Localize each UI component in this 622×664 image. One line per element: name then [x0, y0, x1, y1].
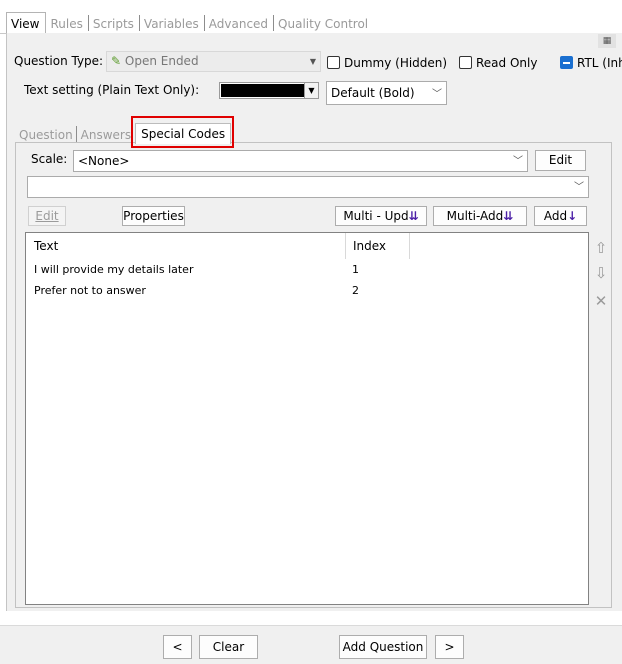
tab-rules-label: Rules — [50, 17, 83, 31]
table-row[interactable]: I will provide my details later 1 — [26, 261, 586, 281]
read-only-checkbox[interactable]: Read Only — [459, 55, 537, 71]
down-arrow-icon: ↓ — [567, 209, 578, 223]
properties-button[interactable]: Properties — [122, 206, 185, 226]
read-only-checkbox-label: Read Only — [476, 56, 538, 70]
previous-button[interactable]: < — [163, 635, 192, 659]
row-text: I will provide my details later — [34, 263, 194, 276]
column-divider — [345, 233, 346, 259]
dummy-hidden-checkbox[interactable]: Dummy (Hidden) — [327, 55, 447, 71]
rtl-checkbox-label: RTL (Inh — [577, 56, 622, 70]
add-question-button[interactable]: Add Question — [339, 635, 427, 659]
tab-advanced[interactable]: Advanced — [205, 15, 275, 34]
text-color-picker[interactable]: ▼ — [219, 82, 319, 99]
chevron-down-icon: ﹀ — [432, 89, 442, 100]
next-button[interactable]: > — [435, 635, 464, 659]
properties-button-label: Properties — [123, 209, 184, 223]
row-index: 1 — [352, 263, 359, 276]
secondary-select[interactable]: ﹀ — [27, 176, 589, 198]
multi-add-label: Multi-Add — [446, 209, 504, 223]
tab-variables[interactable]: Variables — [140, 15, 205, 34]
column-header-text[interactable]: Text — [34, 239, 58, 253]
tab-scripts-label: Scripts — [92, 17, 134, 31]
add-button[interactable]: Add↓ — [534, 206, 587, 226]
scale-label: Scale: — [31, 152, 68, 166]
delete-icon[interactable]: ✕ — [592, 292, 610, 310]
scale-select[interactable]: <None> ﹀ — [73, 150, 528, 172]
tab-answers-label: Answers — [80, 128, 132, 142]
row-index: 2 — [352, 284, 359, 297]
rtl-checkbox-box[interactable] — [560, 56, 573, 69]
font-style-select[interactable]: Default (Bold) ﹀ — [326, 81, 447, 105]
multi-down-arrow-icon: ⇊ — [503, 209, 514, 223]
bottom-bar — [0, 625, 622, 664]
dummy-checkbox-box[interactable] — [327, 56, 340, 69]
special-codes-highlight — [131, 116, 234, 148]
tab-question[interactable]: Question — [15, 126, 77, 144]
multi-update-button[interactable]: Multi - Upd⇊ — [335, 206, 427, 226]
color-dropdown-arrow-icon[interactable]: ▼ — [304, 83, 318, 98]
chevron-down-icon: ﹀ — [574, 182, 584, 193]
add-button-label: Add — [543, 209, 568, 223]
tab-view-label: View — [11, 17, 40, 31]
move-down-icon[interactable]: ⇩ — [592, 264, 610, 282]
column-header-index[interactable]: Index — [353, 239, 386, 253]
tab-variables-label: Variables — [143, 17, 199, 31]
clear-button[interactable]: Clear — [199, 635, 258, 659]
tab-view[interactable]: View — [6, 12, 47, 34]
scale-edit-button[interactable]: Edit — [535, 150, 586, 171]
multi-update-label: Multi - Upd — [343, 209, 409, 223]
question-type-value: Open Ended — [124, 54, 199, 68]
rtl-checkbox[interactable]: RTL (Inh — [560, 55, 622, 71]
tab-quality-control-label: Quality Control — [278, 17, 369, 31]
pencil-icon: ✎ — [111, 54, 122, 68]
panel-toggle-icon[interactable]: ▦ — [598, 34, 616, 48]
multi-add-button[interactable]: Multi-Add⇊ — [433, 206, 527, 226]
question-type-label: Question Type: — [14, 54, 104, 68]
text-color-swatch — [221, 84, 304, 97]
chevron-down-icon: ﹀ — [513, 156, 523, 167]
edit-button-label: Edit — [35, 209, 59, 223]
dummy-checkbox-label: Dummy (Hidden) — [344, 56, 448, 70]
font-style-value: Default (Bold) — [331, 86, 415, 100]
text-setting-label: Text setting (Plain Text Only): — [24, 83, 200, 97]
tab-question-label: Question — [19, 128, 73, 142]
tab-quality-control[interactable]: Quality Control — [274, 17, 374, 34]
multi-down-arrow-icon: ⇊ — [408, 209, 419, 223]
scale-value: <None> — [78, 154, 130, 168]
column-divider — [409, 233, 410, 259]
question-type-select[interactable]: ✎ Open Ended ▼ — [106, 51, 321, 72]
row-text: Prefer not to answer — [34, 284, 146, 297]
tab-rules[interactable]: Rules — [46, 15, 89, 34]
tab-scripts[interactable]: Scripts — [89, 15, 140, 34]
tab-advanced-label: Advanced — [208, 17, 269, 31]
move-up-icon[interactable]: ⇧ — [592, 239, 610, 257]
top-tab-strip: View Rules Scripts Variables Advanced Qu… — [6, 10, 374, 34]
special-codes-list[interactable]: Text Index I will provide my details lat… — [25, 232, 589, 605]
edit-button[interactable]: Edit — [28, 206, 66, 226]
table-row[interactable]: Prefer not to answer 2 — [26, 282, 586, 302]
tab-answers[interactable]: Answers — [77, 128, 135, 144]
read-only-checkbox-box[interactable] — [459, 56, 472, 69]
chevron-down-icon: ▼ — [309, 57, 316, 66]
